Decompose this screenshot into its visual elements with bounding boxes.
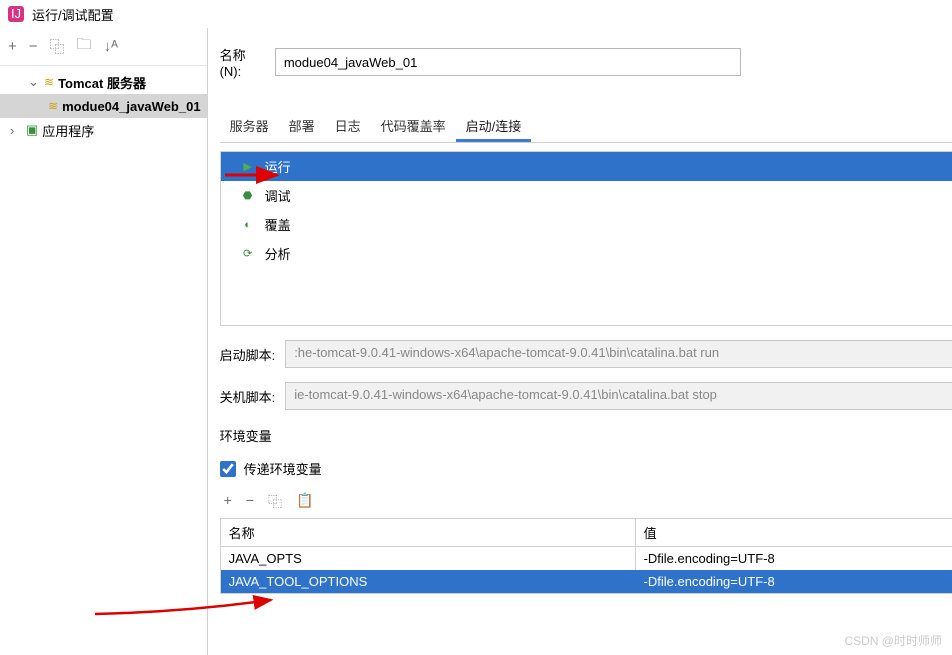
cell-value: -Dfile.encoding=UTF-8 (636, 547, 952, 570)
run-mode-analyze[interactable]: ⟳ 分析 (221, 239, 952, 268)
app-icon: ▣ (26, 122, 38, 138)
env-toolbar: + − ⿻ 📋 (220, 492, 952, 512)
table-row[interactable]: JAVA_OPTS -Dfile.encoding=UTF-8 (221, 547, 952, 570)
table-header: 名称 值 (221, 519, 952, 547)
tomcat-icon: ≋ (44, 75, 54, 89)
run-mode-list: ▶ 运行 ⬣ 调试 ◐ 覆盖 ⟳ 分析 (220, 151, 952, 326)
store-checkbox[interactable] (781, 48, 952, 76)
shutdown-script-field[interactable]: ie-tomcat-9.0.41-windows-x64\apache-tomc… (285, 382, 952, 410)
tree-node-app[interactable]: › ▣ 应用程序 (0, 118, 207, 142)
chevron-down-icon: ⌄ (28, 74, 40, 90)
app-icon: IJ (8, 6, 24, 22)
cell-name: JAVA_TOOL_OPTIONS (221, 570, 636, 593)
sidebar: + − ⿻ 🗀 ↓ᴬ ⌄ ≋ Tomcat 服务器 ≋ modue04_java… (0, 28, 208, 655)
tree-label: Tomcat 服务器 (58, 73, 146, 92)
startup-script-label: 启动脚本: (220, 345, 276, 364)
run-label: 调试 (265, 186, 291, 205)
run-label: 分析 (265, 244, 291, 263)
name-label: 名称(N): (220, 45, 265, 79)
config-tree: ⌄ ≋ Tomcat 服务器 ≋ modue04_javaWeb_01 › ▣ … (0, 66, 207, 146)
tree-label: 应用程序 (42, 121, 94, 140)
env-section-label: 环境变量 (220, 426, 952, 445)
run-label: 运行 (265, 157, 291, 176)
col-value: 值 (636, 519, 952, 546)
play-icon: ▶ (241, 160, 255, 173)
shield-icon: ◐ (241, 219, 255, 231)
store-option[interactable]: 存储 (781, 43, 952, 81)
save-icon[interactable]: 🗀 (77, 34, 92, 59)
run-mode-debug[interactable]: ⬣ 调试 (221, 181, 952, 210)
cell-name: JAVA_OPTS (221, 547, 636, 570)
tree-node-config[interactable]: ≋ modue04_javaWeb_01 (0, 94, 207, 118)
titlebar: IJ 运行/调试配置 (0, 0, 952, 28)
startup-script-field[interactable]: :he-tomcat-9.0.41-windows-x64\apache-tom… (285, 340, 952, 368)
add-icon[interactable]: + (224, 492, 232, 512)
name-input[interactable] (275, 48, 741, 76)
tree-label: modue04_javaWeb_01 (62, 99, 201, 114)
startup-script-row: 启动脚本: :he-tomcat-9.0.41-windows-x64\apac… (220, 340, 952, 368)
main-area: + − ⿻ 🗀 ↓ᴬ ⌄ ≋ Tomcat 服务器 ≋ modue04_java… (0, 28, 952, 655)
table-row[interactable]: JAVA_TOOL_OPTIONS -Dfile.encoding=UTF-8 (221, 570, 952, 593)
chevron-right-icon: › (10, 123, 22, 138)
content-panel: 名称(N): 存储 服务器 部署 日志 代码覆盖率 启动/连接 ▶ 运行 ⬣ 调… (208, 28, 952, 655)
tree-node-tomcat[interactable]: ⌄ ≋ Tomcat 服务器 (0, 70, 207, 94)
remove-icon[interactable]: − (246, 492, 254, 512)
copy-icon[interactable]: ⿻ (50, 36, 65, 57)
tab-startup[interactable]: 启动/连接 (456, 112, 532, 142)
col-name: 名称 (221, 519, 636, 546)
tab-deploy[interactable]: 部署 (279, 112, 325, 142)
copy-icon[interactable]: ⿻ (268, 492, 282, 512)
pass-env-row[interactable]: 传递环境变量 (220, 459, 952, 478)
env-table: 名称 值 JAVA_OPTS -Dfile.encoding=UTF-8 JAV… (220, 518, 952, 594)
pass-env-label: 传递环境变量 (244, 459, 322, 478)
tab-coverage[interactable]: 代码覆盖率 (371, 112, 456, 142)
tomcat-icon: ≋ (48, 99, 58, 113)
window-title: 运行/调试配置 (32, 5, 114, 24)
name-row: 名称(N): 存储 (220, 36, 952, 88)
clock-icon: ⟳ (241, 247, 255, 260)
add-icon[interactable]: + (8, 38, 17, 55)
bug-icon: ⬣ (241, 189, 255, 202)
tab-log[interactable]: 日志 (325, 112, 371, 142)
run-label: 覆盖 (265, 215, 291, 234)
paste-icon[interactable]: 📋 (296, 492, 313, 512)
shutdown-script-label: 关机脚本: (220, 387, 276, 406)
svg-text:IJ: IJ (11, 6, 21, 21)
run-mode-run[interactable]: ▶ 运行 (221, 152, 952, 181)
sidebar-toolbar: + − ⿻ 🗀 ↓ᴬ (0, 28, 207, 66)
sort-icon[interactable]: ↓ᴬ (104, 38, 118, 55)
tab-server[interactable]: 服务器 (220, 112, 279, 142)
shutdown-script-row: 关机脚本: ie-tomcat-9.0.41-windows-x64\apach… (220, 382, 952, 410)
watermark: CSDN @时时师师 (844, 632, 942, 649)
remove-icon[interactable]: − (29, 38, 38, 55)
pass-env-checkbox[interactable] (220, 461, 236, 477)
cell-value: -Dfile.encoding=UTF-8 (636, 570, 952, 593)
tabs: 服务器 部署 日志 代码覆盖率 启动/连接 (220, 112, 952, 143)
run-mode-cover[interactable]: ◐ 覆盖 (221, 210, 952, 239)
